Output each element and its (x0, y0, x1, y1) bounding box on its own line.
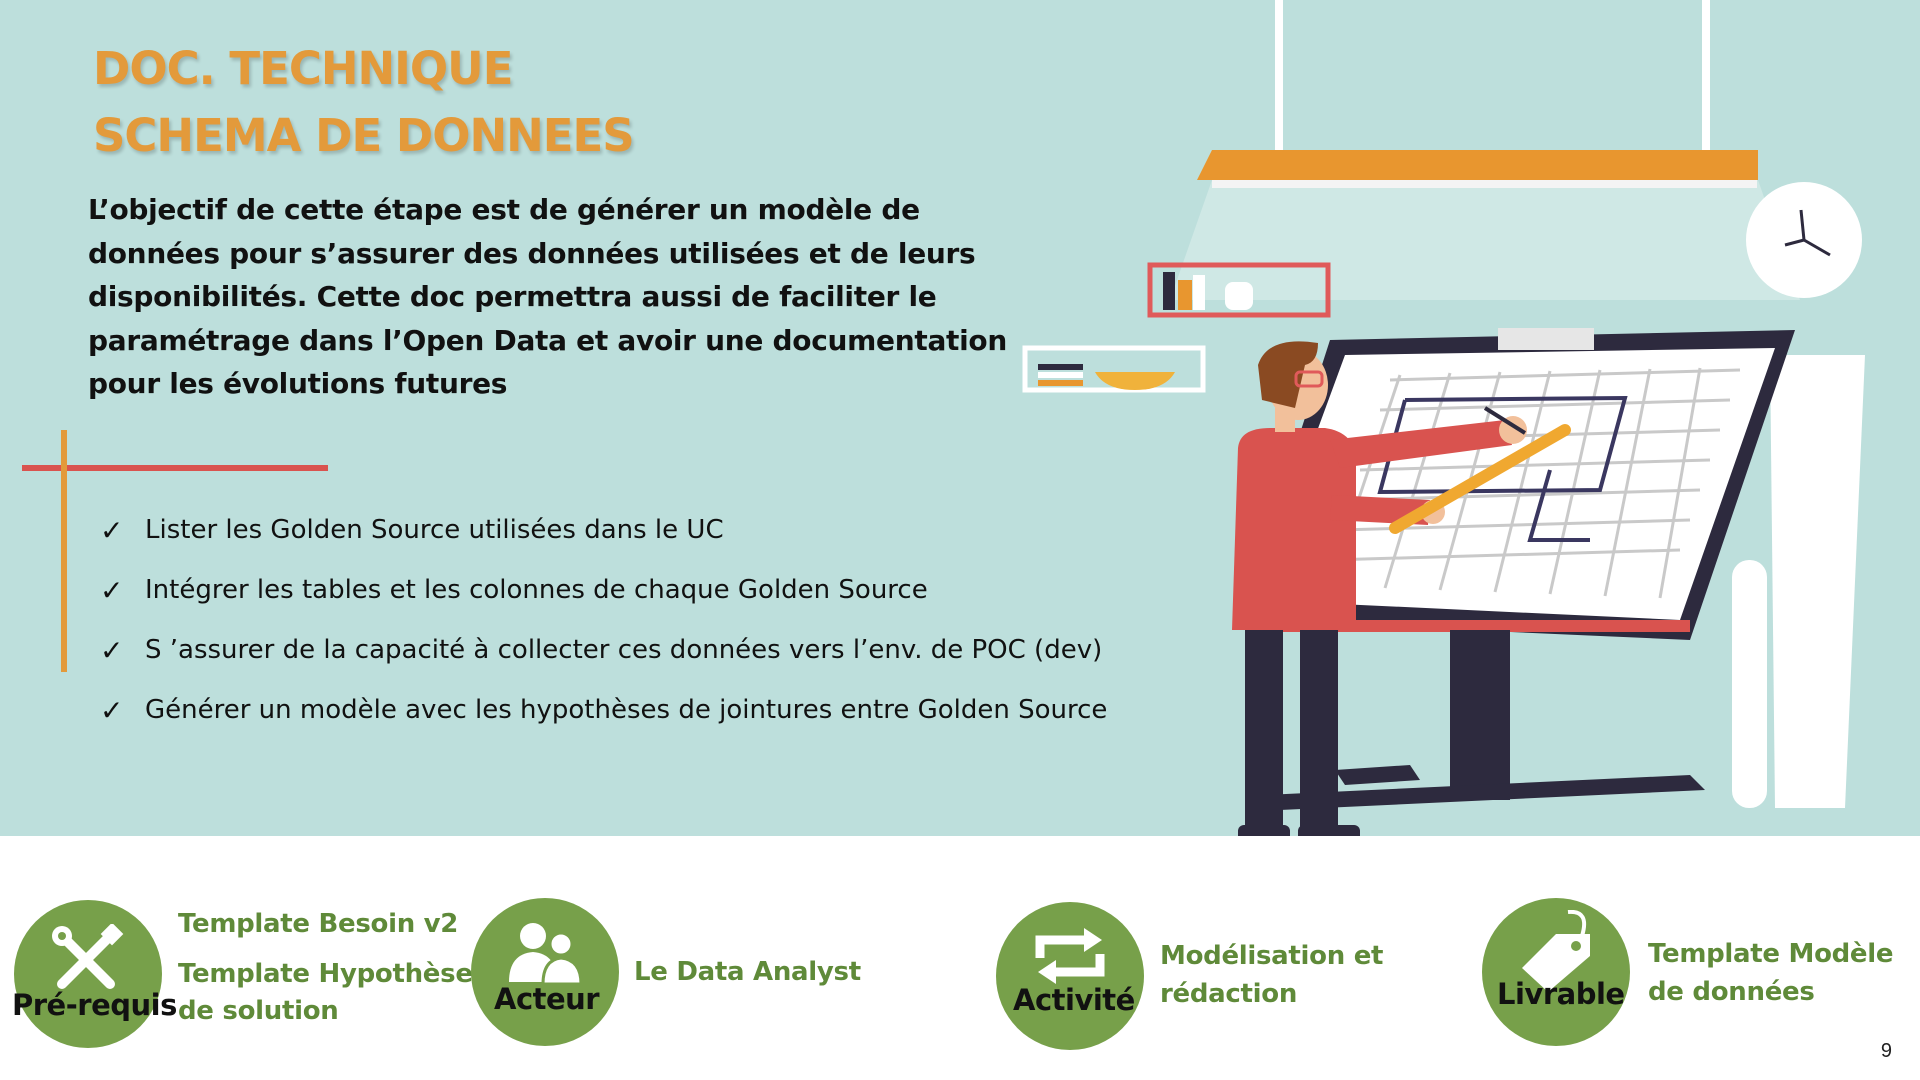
acteur-badge (471, 898, 619, 1046)
activite-item: Modélisation et (1160, 941, 1384, 971)
users-icon (509, 923, 583, 986)
livrable-label: Livrable (1497, 977, 1625, 1011)
acteur-label: Acteur (494, 982, 600, 1016)
intro-paragraph: L’objectif de cette étape est de générer… (88, 188, 1008, 406)
bullet-text: S ’assurer de la capacité à collecter ce… (145, 635, 1103, 665)
slide-top-section: DOC. TECHNIQUE SCHEMA DE DONNEES L’objec… (0, 0, 1920, 836)
slide-footer: Pré-requis Template Besoin v2 Template H… (0, 836, 1920, 1080)
bullet-item: ✓ Lister les Golden Source utilisées dans… (100, 500, 1107, 560)
prerequis-item: Template Besoin v2 (178, 909, 459, 939)
decorative-cross-horizontal (22, 465, 328, 471)
livrable-item: Template Modèle (1648, 939, 1894, 969)
intro-line: disponibilités. Cette doc permettra auss… (88, 280, 937, 313)
intro-line: données pour s’assurer des données utili… (88, 236, 976, 270)
prerequis-badge (14, 900, 162, 1048)
activite-badge (996, 902, 1144, 1050)
checkmark-icon: ✓ (100, 693, 124, 727)
intro-line: L’objectif de cette étape est de générer… (88, 193, 920, 226)
activite-item: rédaction (1160, 979, 1298, 1009)
bullet-item: ✓ Intégrer les tables et les colonnes de … (100, 560, 1107, 620)
architect-drafting-illustration (1022, 0, 1865, 836)
page-number: 9 (1880, 1040, 1892, 1062)
intro-line: paramétrage dans l’Open Data et avoir un… (88, 323, 1007, 357)
bullet-list: ✓ Lister les Golden Source utilisées dans… (100, 500, 1107, 740)
intro-line: pour les évolutions futures (88, 367, 508, 400)
tools-icon (52, 924, 124, 989)
checkmark-icon: ✓ (100, 633, 124, 667)
decorative-cross-vertical (61, 430, 67, 672)
bullet-item: ✓ Générer un modèle avec les hypothèses d… (100, 680, 1107, 740)
bullet-item: ✓ S ’assurer de la capacité à collecter c… (100, 620, 1107, 680)
checkmark-icon: ✓ (100, 573, 124, 607)
checkmark-icon: ✓ (100, 513, 124, 547)
livrable-item: de données (1648, 977, 1815, 1007)
refresh-icon (1035, 928, 1105, 984)
prerequis-item: de solution (178, 996, 339, 1026)
bullet-text: Intégrer les tables et les colonnes de c… (145, 575, 928, 605)
slide-title-line-2: SCHEMA DE DONNEES (93, 109, 635, 162)
slide-title-line-1: DOC. TECHNIQUE (93, 42, 513, 95)
prerequis-label: Pré-requis (12, 988, 177, 1022)
acteur-item: Le Data Analyst (634, 957, 861, 987)
bullet-text: Lister les Golden Source utilisées dans … (145, 515, 724, 545)
prerequis-item: Template Hypothèses (178, 959, 488, 989)
livrable-badge (1482, 898, 1630, 1046)
activite-label: Activité (1013, 983, 1135, 1017)
bullet-text: Générer un modèle avec les hypothèses de… (145, 695, 1108, 725)
